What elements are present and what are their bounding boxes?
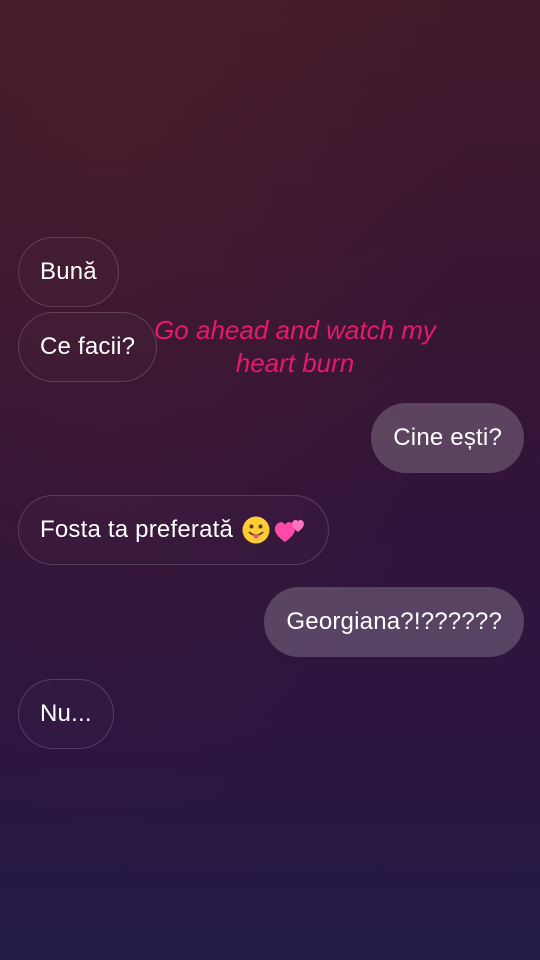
outgoing-message-bubble[interactable]: Georgiana?!?????? [264,587,524,657]
two-hearts-emoji-icon [274,519,304,542]
caption-line-2: heart burn [235,348,355,378]
message-text: Ce facii? [40,333,136,360]
chat-screen: Bună Ce facii? Go ahead and watch my hea… [0,0,540,960]
caption-line-1: Go ahead and watch my [154,315,436,345]
tongue-face-emoji-icon [242,516,270,544]
message-text: Bună [40,258,97,285]
emoji-group [241,515,307,545]
outgoing-message-bubble[interactable]: Cine ești? [371,403,524,473]
incoming-message-bubble[interactable]: Ce facii? [18,312,158,382]
incoming-message-bubble[interactable]: Bună [18,237,119,307]
message-text: Georgiana?!?????? [286,608,502,635]
incoming-message-bubble[interactable]: Nu... [18,679,114,749]
message-text: Nu... [40,700,92,727]
message-text: Cine ești? [393,424,502,451]
message-text: Fosta ta preferată [40,516,234,543]
incoming-message-bubble[interactable]: Fosta ta preferată [18,495,330,565]
video-caption-overlay: Go ahead and watch my heart burn [140,314,450,380]
